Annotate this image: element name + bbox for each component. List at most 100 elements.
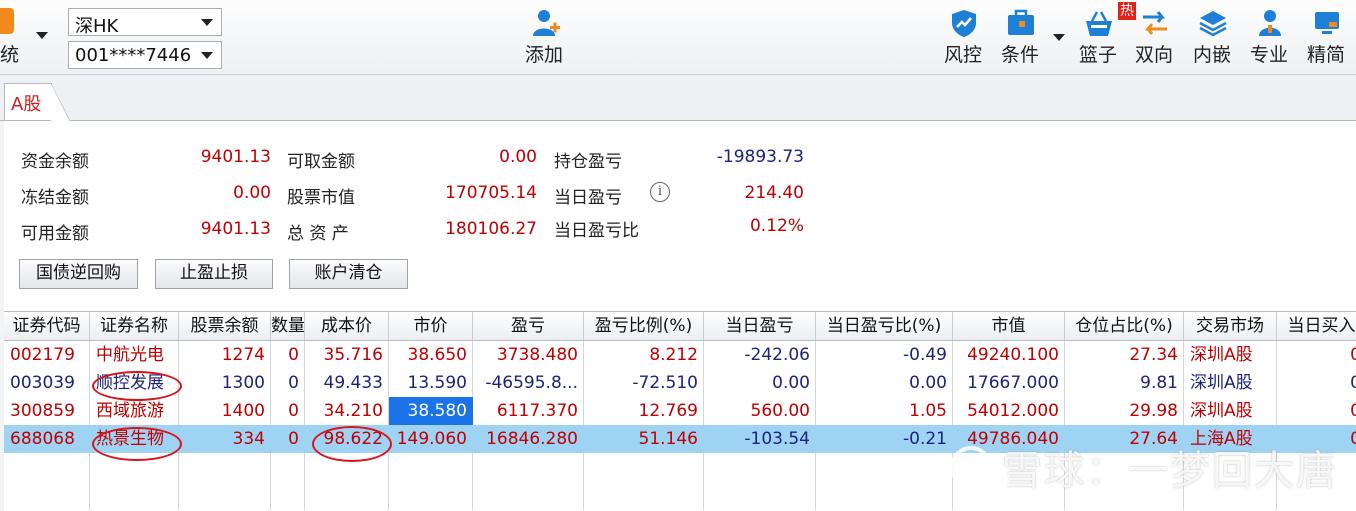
two-way-label: 双向 bbox=[1134, 44, 1173, 66]
table-cell: 3738.480 bbox=[496, 345, 578, 365]
add-user-icon bbox=[533, 10, 560, 36]
table-cell: 中航光电 bbox=[96, 345, 164, 365]
column-header[interactable]: 当日盈亏比(%) bbox=[816, 312, 953, 341]
daily-pl-ratio-value: 0.12% bbox=[749, 216, 804, 236]
frozen-value: 0.00 bbox=[233, 183, 271, 203]
chevron-down-icon[interactable] bbox=[1053, 34, 1065, 41]
table-row[interactable]: 003039 顺控发展 1300 0 49.433 13.590 -46595.8... -7… bbox=[4, 369, 1356, 397]
market-select[interactable]: 深HK bbox=[68, 8, 222, 37]
info-icon[interactable]: i bbox=[650, 182, 670, 202]
table-cell: 98.622 bbox=[323, 429, 383, 449]
table-cell: 1400 bbox=[221, 401, 265, 421]
toolbar: 统 深HK 001****7446 添加 风控 条件 热 篮子 双向 内嵌 专业… bbox=[0, 0, 1356, 75]
basket-label: 篮子 bbox=[1078, 44, 1117, 66]
table-cell: 西域旅游 bbox=[96, 401, 164, 421]
table-cell: 334 bbox=[232, 429, 265, 449]
table-cell: 0 bbox=[1350, 345, 1356, 365]
table-cell: -46595.8... bbox=[485, 373, 578, 393]
table-cell: 深圳A股 bbox=[1190, 373, 1253, 393]
daily-pl-ratio-label: 当日盈亏比 bbox=[554, 221, 639, 241]
column-header[interactable]: 仓位占比(%) bbox=[1065, 312, 1184, 341]
column-header[interactable]: 成本价 bbox=[305, 312, 389, 341]
table-cell: 0.00 bbox=[909, 373, 947, 393]
cash-balance-label: 资金余额 bbox=[21, 152, 89, 172]
account-select[interactable]: 001****7446 bbox=[68, 41, 222, 69]
table-cell: 6117.370 bbox=[496, 401, 578, 421]
simple-button[interactable]: 精简 bbox=[1300, 6, 1352, 68]
table-cell: 16846.280 bbox=[486, 429, 578, 449]
available-value: 9401.13 bbox=[200, 219, 271, 239]
tab-strip: A股 bbox=[0, 75, 1356, 122]
table-cell: 深圳A股 bbox=[1190, 401, 1253, 421]
stock-value-label: 股票市值 bbox=[287, 188, 355, 208]
add-button[interactable]: 添加 bbox=[518, 6, 570, 68]
column-header[interactable]: 当日买入 bbox=[1277, 312, 1356, 341]
risk-control-label: 风控 bbox=[943, 44, 982, 66]
table-cell: 热景生物 bbox=[96, 429, 164, 449]
table-cell: 0 bbox=[1350, 373, 1356, 393]
table-row[interactable]: 300859 西域旅游 1400 0 34.210 38.580 6117.370 12.76… bbox=[4, 397, 1356, 425]
table-cell: 0 bbox=[288, 373, 299, 393]
table-cell: 1274 bbox=[221, 345, 265, 365]
system-menu-button[interactable]: 统 bbox=[0, 2, 58, 72]
column-header[interactable]: 证券名称 bbox=[90, 312, 179, 341]
column-header[interactable]: 股票余额 bbox=[179, 312, 271, 341]
table-cell: -0.49 bbox=[903, 345, 947, 365]
simple-label: 精简 bbox=[1306, 44, 1345, 66]
stop-profit-loss-button[interactable]: 止盈止损 bbox=[155, 259, 273, 289]
column-header[interactable]: 当日盈亏 bbox=[704, 312, 816, 341]
column-header[interactable]: 盈亏比例(%) bbox=[584, 312, 704, 341]
embedded-button[interactable]: 内嵌 bbox=[1186, 6, 1238, 68]
clear-account-button[interactable]: 账户清仓 bbox=[289, 259, 408, 289]
risk-control-button[interactable]: 风控 bbox=[937, 6, 989, 68]
professional-label: 专业 bbox=[1249, 44, 1288, 66]
tab-a-shares[interactable]: A股 bbox=[4, 83, 71, 122]
column-header[interactable]: 市价 bbox=[389, 312, 473, 341]
table-cell: 8.212 bbox=[649, 345, 698, 365]
table-cell: 54012.000 bbox=[967, 401, 1059, 421]
professional-button[interactable]: 专业 bbox=[1243, 6, 1295, 68]
person-icon bbox=[1259, 10, 1281, 36]
table-cell: 29.98 bbox=[1129, 401, 1178, 421]
basket-button[interactable]: 热 篮子 bbox=[1072, 2, 1136, 68]
system-icon bbox=[0, 8, 14, 34]
column-header[interactable]: 交易市场 bbox=[1184, 312, 1277, 341]
chevron-down-icon bbox=[201, 19, 213, 26]
column-header[interactable]: 证券代码 bbox=[4, 312, 90, 341]
table-cell: 0 bbox=[288, 401, 299, 421]
withdrawable-label: 可取金额 bbox=[287, 152, 355, 172]
table-cell: 0.00 bbox=[772, 373, 810, 393]
column-header[interactable]: 数量 bbox=[271, 312, 305, 341]
table-cell: 1300 bbox=[221, 373, 265, 393]
reverse-repo-button[interactable]: 国债逆回购 bbox=[19, 259, 138, 289]
column-header[interactable]: 市值 bbox=[953, 312, 1065, 341]
shield-chart-icon bbox=[952, 10, 976, 37]
total-assets-value: 180106.27 bbox=[445, 219, 537, 239]
tab-a-shares-label: A股 bbox=[11, 94, 42, 115]
column-header[interactable]: 盈亏 bbox=[473, 312, 584, 341]
condition-button[interactable]: 条件 bbox=[994, 6, 1046, 68]
account-select-value: 001****7446 bbox=[75, 45, 192, 66]
table-cell: 0 bbox=[288, 429, 299, 449]
position-pl-label: 持仓盈亏 bbox=[554, 152, 622, 172]
layers-icon bbox=[1199, 11, 1227, 37]
table-cell: 17667.000 bbox=[967, 373, 1059, 393]
briefcase-icon bbox=[1008, 9, 1034, 35]
cash-balance-value: 9401.13 bbox=[200, 147, 271, 167]
xueqiu-logo-icon bbox=[950, 446, 992, 488]
condition-label: 条件 bbox=[1000, 44, 1039, 66]
two-way-button[interactable]: 双向 bbox=[1128, 6, 1180, 68]
chevron-down-icon bbox=[201, 52, 213, 59]
table-cell: 9.81 bbox=[1140, 373, 1178, 393]
monitor-icon bbox=[1315, 12, 1339, 34]
table-cell: -72.510 bbox=[632, 373, 698, 393]
table-row[interactable]: 002179 中航光电 1274 0 35.716 38.650 3738.480 8.212… bbox=[4, 341, 1356, 369]
table-cell: 深圳A股 bbox=[1190, 345, 1253, 365]
table-cell: 560.00 bbox=[750, 401, 810, 421]
frozen-label: 冻结金额 bbox=[21, 188, 89, 208]
table-cell: 49240.100 bbox=[967, 345, 1059, 365]
table-cell: 12.769 bbox=[638, 401, 698, 421]
table-cell: -103.54 bbox=[744, 429, 810, 449]
market-select-value: 深HK bbox=[75, 16, 119, 37]
chevron-down-icon[interactable] bbox=[36, 32, 48, 39]
